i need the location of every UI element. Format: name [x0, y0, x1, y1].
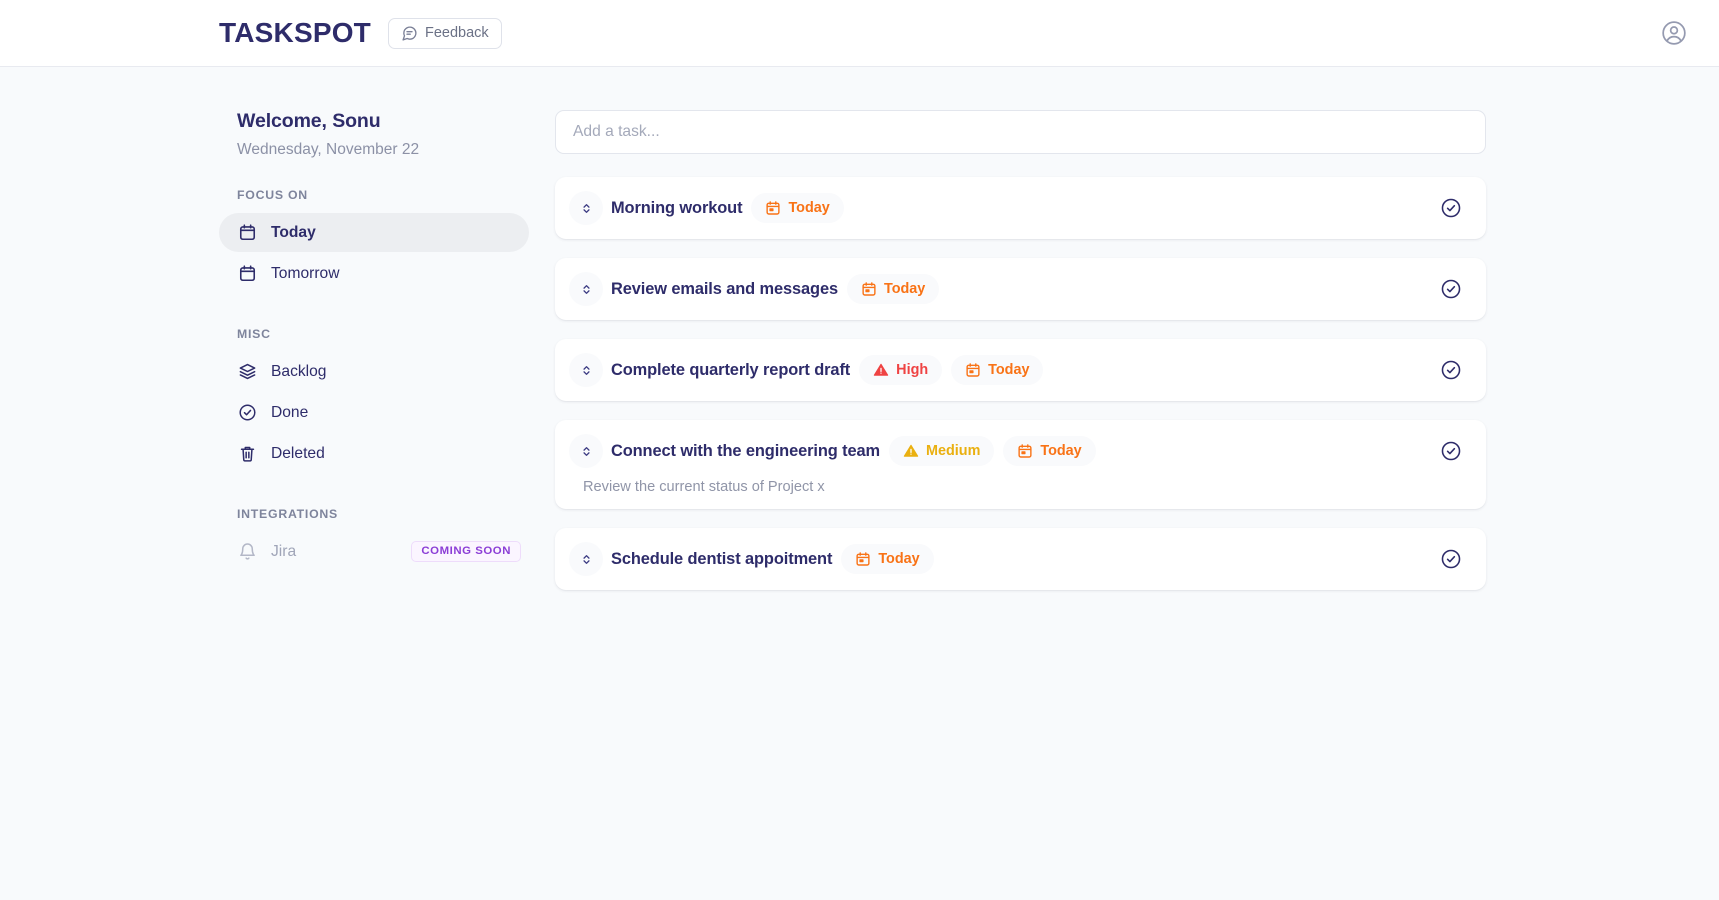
page-body: Welcome, Sonu Wednesday, November 22 FOC… [0, 67, 1719, 609]
task-complete-button[interactable] [1439, 277, 1463, 301]
task-date-chip[interactable]: Today [841, 544, 933, 574]
task-header: Review emails and messages [569, 272, 1439, 306]
task-complete-button[interactable] [1439, 547, 1463, 571]
welcome-heading: Welcome, Sonu [219, 110, 529, 133]
task-row[interactable]: Complete quarterly report draft High [555, 339, 1486, 401]
sidebar: Welcome, Sonu Wednesday, November 22 FOC… [219, 110, 529, 571]
task-title: Morning workout [611, 199, 742, 218]
task-row[interactable]: Schedule dentist appoitment [555, 528, 1486, 590]
sidebar-group-misc: Backlog Done [219, 352, 529, 473]
calendar-event-icon [1017, 443, 1033, 459]
add-task-input[interactable] [555, 110, 1486, 154]
feedback-button[interactable]: Feedback [388, 18, 502, 49]
task-date-label: Today [878, 551, 919, 567]
task-row[interactable]: Morning workout [555, 177, 1486, 239]
task-priority-label: High [896, 362, 928, 378]
sidebar-group-focus-on: Today Tomorrow [219, 213, 529, 293]
trash-icon [237, 444, 257, 464]
sidebar-item-deleted-label: Deleted [271, 445, 325, 463]
task-header: Schedule dentist appoitment [569, 542, 1439, 576]
chevron-up-down-icon[interactable] [569, 434, 603, 468]
sidebar-item-backlog[interactable]: Backlog [219, 352, 529, 391]
sidebar-item-done[interactable]: Done [219, 393, 529, 432]
task-row[interactable]: Review emails and messages [555, 258, 1486, 320]
sidebar-item-deleted[interactable]: Deleted [219, 434, 529, 473]
task-date-chip[interactable]: Today [1003, 436, 1095, 466]
sidebar-item-today-label: Today [271, 224, 316, 242]
calendar-event-icon [765, 200, 781, 216]
user-circle-icon [1661, 20, 1687, 46]
app-header: TASKSPOT Feedback [0, 0, 1719, 67]
calendar-icon [237, 264, 257, 284]
sidebar-item-today[interactable]: Today [219, 213, 529, 252]
sidebar-item-tomorrow[interactable]: Tomorrow [219, 254, 529, 293]
warning-triangle-icon [903, 443, 919, 459]
task-content: Schedule dentist appoitment [569, 542, 1439, 576]
task-title: Schedule dentist appoitment [611, 550, 832, 569]
task-title: Complete quarterly report draft [611, 361, 850, 380]
task-priority-chip[interactable]: Medium [889, 436, 994, 466]
sidebar-group-integrations: Jira COMING SOON [219, 532, 529, 571]
app-logo: TASKSPOT [219, 19, 371, 47]
task-date-chip[interactable]: Today [751, 193, 843, 223]
task-row[interactable]: Connect with the engineering team Medium [555, 420, 1486, 509]
sidebar-section-misc-label: MISC [219, 327, 529, 341]
sidebar-item-jira[interactable]: Jira COMING SOON [219, 532, 529, 571]
sidebar-section-integrations-label: INTEGRATIONS [219, 507, 529, 521]
task-content: Complete quarterly report draft High [569, 353, 1439, 387]
task-title: Connect with the engineering team [611, 442, 880, 461]
sidebar-item-tomorrow-label: Tomorrow [271, 265, 339, 283]
main-content: Morning workout [555, 110, 1486, 609]
sidebar-item-backlog-label: Backlog [271, 363, 326, 381]
task-header: Connect with the engineering team Medium [569, 434, 1439, 468]
calendar-event-icon [965, 362, 981, 378]
chevron-up-down-icon[interactable] [569, 272, 603, 306]
task-date-label: Today [1040, 443, 1081, 459]
task-date-label: Today [788, 200, 829, 216]
task-content: Review emails and messages [569, 272, 1439, 306]
task-content: Connect with the engineering team Medium [569, 434, 1439, 495]
task-complete-button[interactable] [1439, 358, 1463, 382]
calendar-event-icon [855, 551, 871, 567]
task-date-chip[interactable]: Today [951, 355, 1043, 385]
sidebar-item-done-label: Done [271, 404, 308, 422]
task-description: Review the current status of Project x [583, 479, 1439, 495]
task-header: Complete quarterly report draft High [569, 353, 1439, 387]
calendar-icon [237, 223, 257, 243]
sidebar-item-jira-label: Jira [271, 543, 296, 561]
chat-bubble-icon [401, 25, 418, 42]
chevron-up-down-icon[interactable] [569, 542, 603, 576]
task-title: Review emails and messages [611, 280, 838, 299]
chevron-up-down-icon[interactable] [569, 353, 603, 387]
task-content: Morning workout [569, 191, 1439, 225]
task-complete-button[interactable] [1439, 439, 1463, 463]
task-list: Morning workout [555, 177, 1486, 590]
sidebar-section-focus-on-label: FOCUS ON [219, 188, 529, 202]
warning-triangle-icon [873, 362, 889, 378]
chevron-up-down-icon[interactable] [569, 191, 603, 225]
circle-check-icon [237, 403, 257, 423]
task-date-label: Today [988, 362, 1029, 378]
task-header: Morning workout [569, 191, 1439, 225]
bell-icon [237, 542, 257, 562]
task-priority-chip[interactable]: High [859, 355, 942, 385]
task-date-label: Today [884, 281, 925, 297]
current-date: Wednesday, November 22 [219, 141, 529, 159]
feedback-button-label: Feedback [425, 26, 489, 41]
user-account-button[interactable] [1658, 17, 1690, 49]
layers-icon [237, 362, 257, 382]
calendar-event-icon [861, 281, 877, 297]
task-complete-button[interactable] [1439, 196, 1463, 220]
task-priority-label: Medium [926, 443, 980, 459]
task-date-chip[interactable]: Today [847, 274, 939, 304]
coming-soon-badge: COMING SOON [411, 541, 521, 561]
